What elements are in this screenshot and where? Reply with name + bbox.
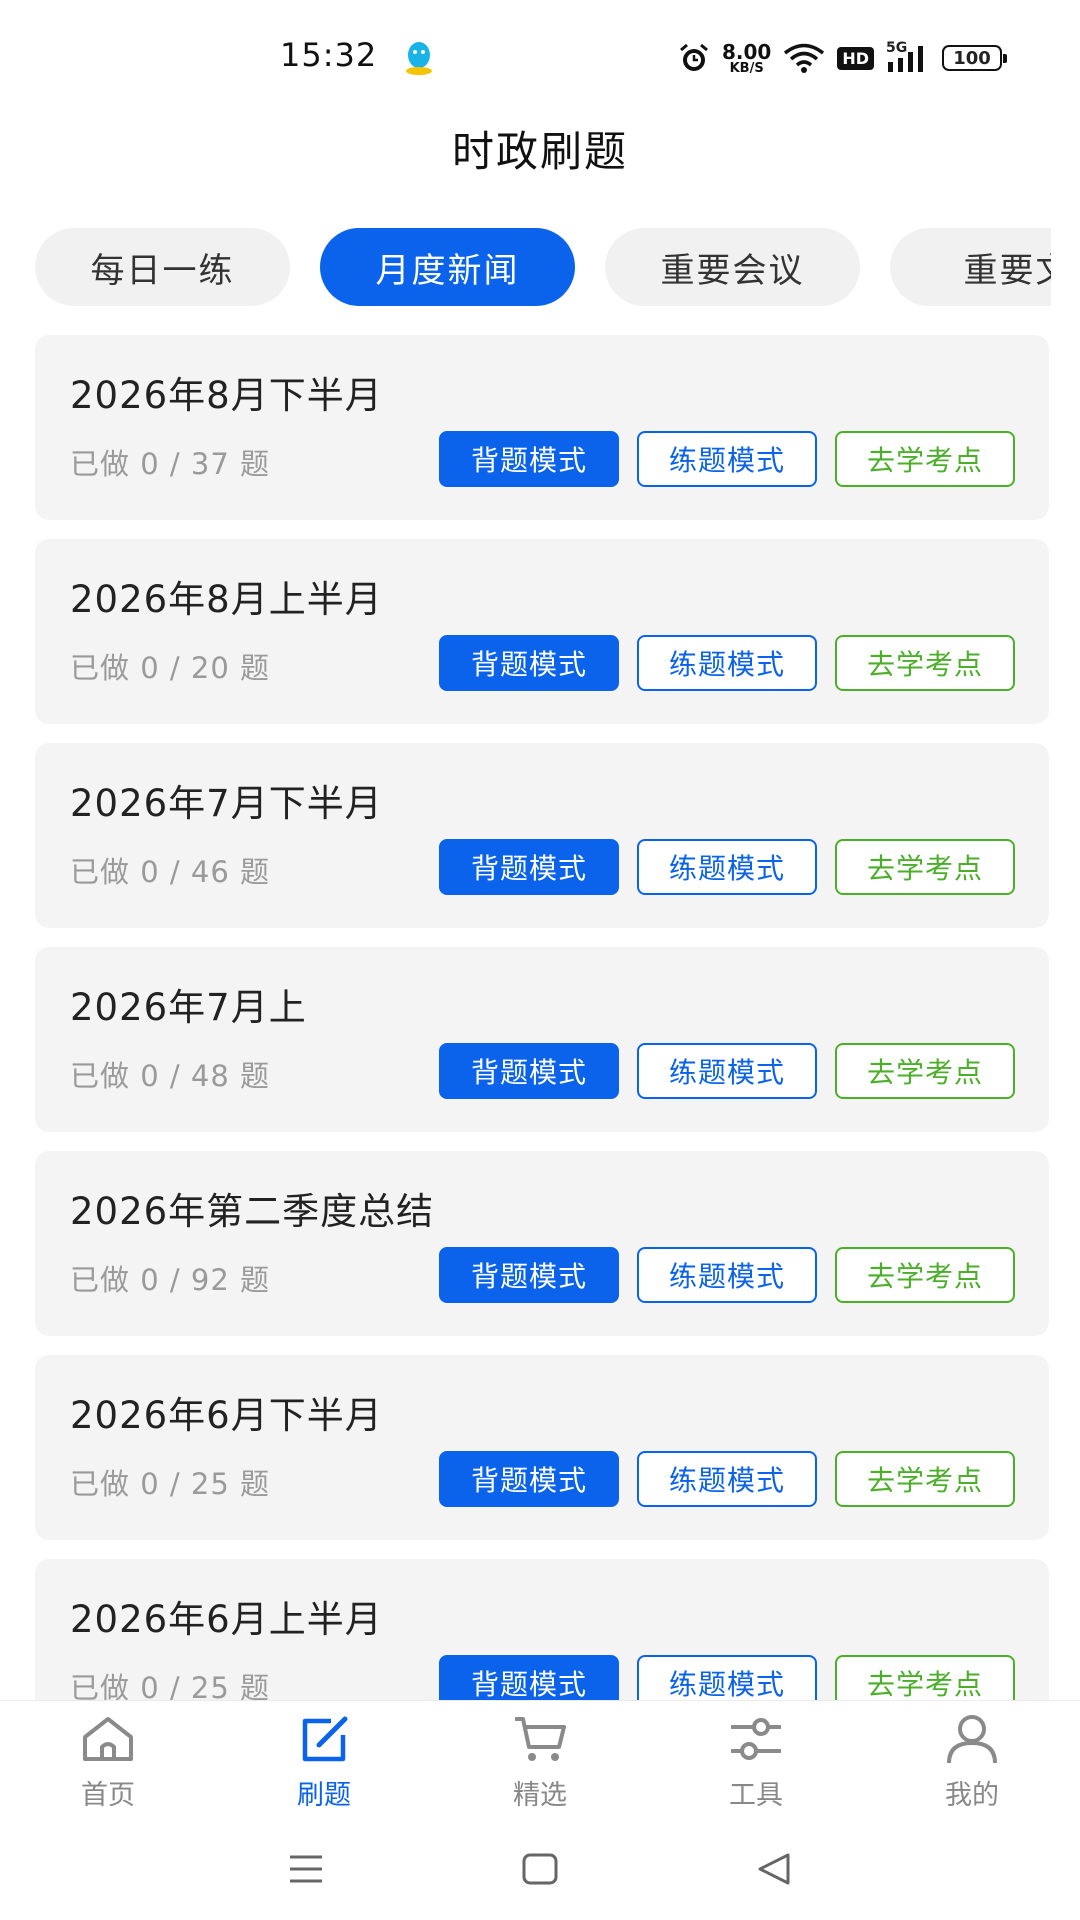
page-title: 时政刷题 [451,127,628,176]
recite-mode-button[interactable]: 背题模式 [439,1451,619,1507]
practice-mode-button[interactable]: 练题模式 [637,1655,817,1700]
recite-mode-button[interactable]: 背题模式 [439,1043,619,1099]
learn-points-button[interactable]: 去学考点 [835,1451,1015,1507]
item-progress: 已做 0 / 20 题 [70,651,270,685]
learn-points-button[interactable]: 去学考点 [835,431,1015,487]
home-square-icon[interactable] [518,1847,562,1891]
learn-points-button[interactable]: 去学考点 [835,1655,1015,1700]
nav-practice[interactable]: 刷题 [216,1701,432,1819]
alarm-icon [680,43,708,71]
signal-icon: 5G [886,40,930,74]
practice-mode-button[interactable]: 练题模式 [637,1043,817,1099]
tab-important-documents[interactable]: 重要文 [890,228,1051,306]
recite-mode-button[interactable]: 背题模式 [439,839,619,895]
list-item[interactable]: 2026年6月下半月 已做 0 / 25 题 背题模式 练题模式 去学考点 [35,1355,1049,1540]
category-tabs: 每日一练 月度新闻 重要会议 重要文 [35,228,1051,310]
list-item[interactable]: 2026年8月上半月 已做 0 / 20 题 背题模式 练题模式 去学考点 [35,539,1049,724]
practice-mode-button[interactable]: 练题模式 [637,635,817,691]
item-title: 2026年8月上半月 [70,578,383,621]
learn-points-button[interactable]: 去学考点 [835,1247,1015,1303]
item-progress: 已做 0 / 46 题 [70,855,270,889]
qq-icon [406,42,432,75]
recite-mode-button[interactable]: 背题模式 [439,1655,619,1700]
nav-home[interactable]: 首页 [0,1701,216,1819]
list-item[interactable]: 2026年8月下半月 已做 0 / 37 题 背题模式 练题模式 去学考点 [35,335,1049,520]
practice-mode-button[interactable]: 练题模式 [637,1247,817,1303]
item-progress: 已做 0 / 37 题 [70,447,270,481]
learn-points-button[interactable]: 去学考点 [835,635,1015,691]
menu-icon[interactable] [284,1847,328,1891]
edit-icon [302,1716,348,1762]
nav-tools[interactable]: 工具 [648,1701,864,1819]
list-item[interactable]: 2026年第二季度总结 已做 0 / 92 题 背题模式 练题模式 去学考点 [35,1151,1049,1336]
practice-mode-button[interactable]: 练题模式 [637,431,817,487]
cart-icon [515,1717,566,1761]
list-item[interactable]: 2026年7月下半月 已做 0 / 46 题 背题模式 练题模式 去学考点 [35,743,1049,928]
system-nav-bar [0,1818,1080,1920]
item-progress: 已做 0 / 25 题 [70,1671,270,1700]
question-set-list: 2026年8月下半月 已做 0 / 37 题 背题模式 练题模式 去学考点 20… [35,335,1049,1700]
item-progress: 已做 0 / 48 题 [70,1059,270,1093]
tab-monthly-news[interactable]: 月度新闻 [320,228,575,306]
practice-mode-button[interactable]: 练题模式 [637,839,817,895]
hd-badge: HD [837,46,874,70]
wifi-icon [784,43,825,73]
status-icons: 8.00 KB/S HD 5G 100 [678,38,1007,78]
list-item[interactable]: 2026年6月上半月 已做 0 / 25 题 背题模式 练题模式 去学考点 [35,1559,1049,1700]
status-time: 15:32 [280,36,378,74]
item-title: 2026年7月下半月 [70,782,383,825]
status-bar: 15:32 8.00 KB/S HD 5G 100 [0,0,1080,110]
nav-me[interactable]: 我的 [864,1701,1080,1819]
recite-mode-button[interactable]: 背题模式 [439,635,619,691]
item-title: 2026年6月上半月 [70,1598,383,1641]
nav-featured[interactable]: 精选 [432,1701,648,1819]
item-title: 2026年6月下半月 [70,1394,383,1437]
user-icon [947,1715,997,1764]
learn-points-button[interactable]: 去学考点 [835,1043,1015,1099]
list-item[interactable]: 2026年7月上 已做 0 / 48 题 背题模式 练题模式 去学考点 [35,947,1049,1132]
practice-mode-button[interactable]: 练题模式 [637,1451,817,1507]
learn-points-button[interactable]: 去学考点 [835,839,1015,895]
tab-important-meetings[interactable]: 重要会议 [605,228,860,306]
item-progress: 已做 0 / 25 题 [70,1467,270,1501]
item-title: 2026年7月上 [70,986,307,1029]
bottom-nav: 首页 刷题 精选 工具 我的 [0,1700,1080,1819]
tab-daily-practice[interactable]: 每日一练 [35,228,290,306]
network-speed: 8.00 KB/S [721,39,772,76]
recite-mode-button[interactable]: 背题模式 [439,431,619,487]
item-progress: 已做 0 / 92 题 [70,1263,270,1297]
sliders-icon [731,1718,781,1760]
item-title: 2026年第二季度总结 [70,1190,435,1233]
back-icon[interactable] [752,1847,796,1891]
recite-mode-button[interactable]: 背题模式 [439,1247,619,1303]
battery-icon: 100 [942,45,1007,71]
item-title: 2026年8月下半月 [70,374,383,417]
home-icon [83,1717,133,1761]
